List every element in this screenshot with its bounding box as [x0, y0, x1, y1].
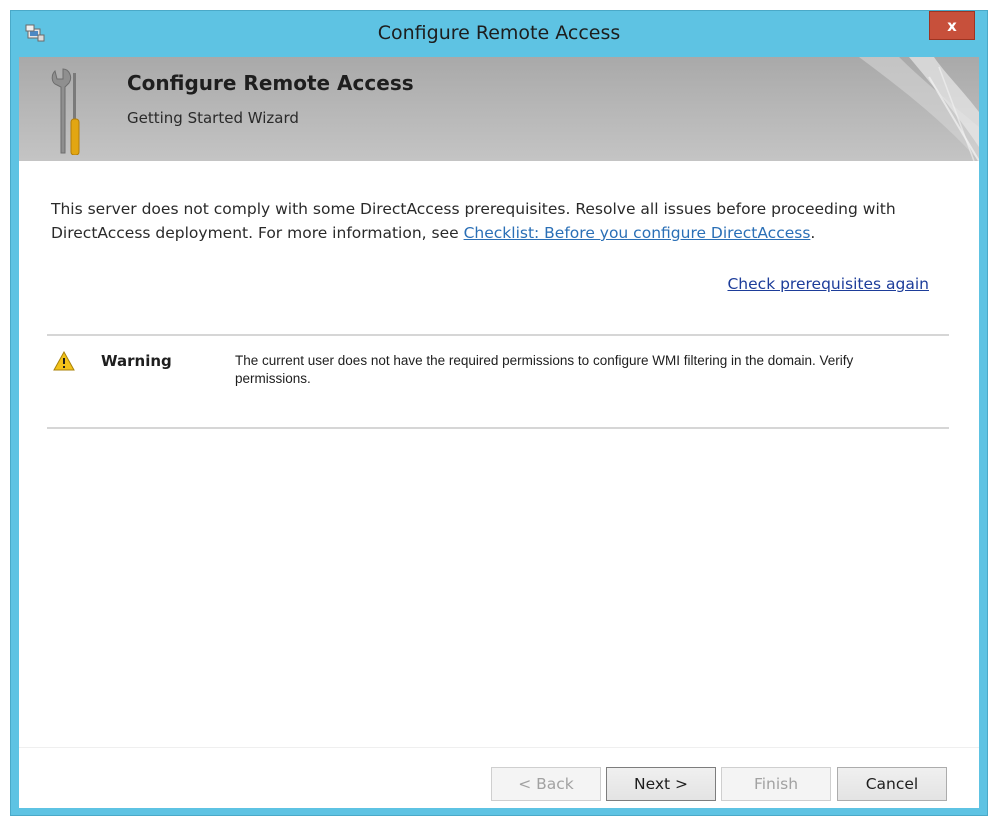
- prerequisite-message: This server does not comply with some Di…: [51, 197, 941, 245]
- check-prerequisites-link[interactable]: Check prerequisites again: [727, 275, 929, 293]
- next-button[interactable]: Next >: [606, 767, 716, 801]
- issue-severity: Warning: [101, 352, 172, 370]
- intro-period: .: [810, 224, 816, 242]
- wizard-body: Configure Remote Access Getting Started …: [19, 57, 979, 808]
- title-bar[interactable]: Configure Remote Access x: [11, 11, 987, 57]
- banner-subtitle: Getting Started Wizard: [127, 109, 299, 127]
- close-icon: x: [947, 16, 957, 35]
- footer-separator: [19, 747, 979, 748]
- finish-button[interactable]: Finish: [721, 767, 831, 801]
- checklist-link[interactable]: Checklist: Before you configure DirectAc…: [464, 224, 811, 242]
- issue-message: The current user does not have the requi…: [235, 353, 854, 386]
- close-button[interactable]: x: [929, 11, 975, 40]
- wizard-window: Configure Remote Access x Configure Remo…: [10, 10, 988, 816]
- wizard-banner: Configure Remote Access Getting Started …: [19, 57, 979, 161]
- tools-icon: [47, 65, 87, 159]
- cancel-button[interactable]: Cancel: [837, 767, 947, 801]
- divider-bottom: [47, 427, 949, 429]
- warning-icon: [53, 350, 75, 375]
- divider-top: [47, 334, 949, 336]
- banner-decoration: [859, 57, 979, 161]
- banner-title: Configure Remote Access: [127, 71, 414, 95]
- back-button[interactable]: < Back: [491, 767, 601, 801]
- window-title: Configure Remote Access: [377, 22, 621, 44]
